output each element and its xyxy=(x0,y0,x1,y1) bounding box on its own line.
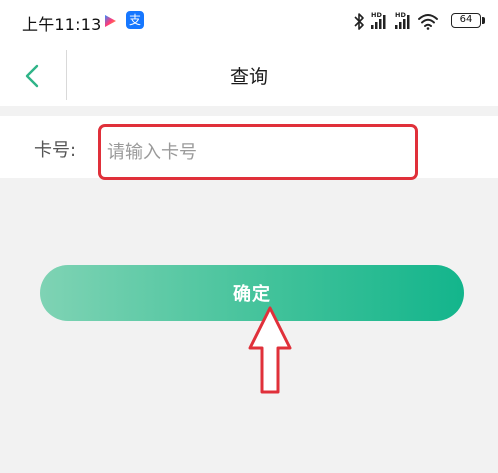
card-number-label: 卡号: xyxy=(34,140,77,161)
wifi-icon xyxy=(418,14,438,30)
status-indicators: HD HD xyxy=(354,11,438,30)
section-gap xyxy=(0,106,498,116)
svg-text:HD: HD xyxy=(395,11,406,19)
card-number-row: 卡号: xyxy=(0,116,498,180)
up-arrow-annotation-icon xyxy=(248,306,292,394)
card-number-input[interactable] xyxy=(98,124,418,180)
status-bar: 上午11:13 支 HD HD 64 xyxy=(0,0,498,44)
svg-text:HD: HD xyxy=(371,11,382,19)
signal-icon: HD xyxy=(395,11,410,29)
bluetooth-icon xyxy=(354,13,364,30)
battery-tip xyxy=(482,17,485,24)
page-title: 查询 xyxy=(229,66,268,88)
nav-bar: 查询 xyxy=(0,44,498,106)
play-app-icon xyxy=(105,15,116,27)
status-time: 上午11:13 xyxy=(22,15,102,34)
alipay-icon: 支 xyxy=(126,11,144,29)
signal-icon: HD xyxy=(371,11,386,29)
battery-icon: 64 xyxy=(451,13,481,28)
